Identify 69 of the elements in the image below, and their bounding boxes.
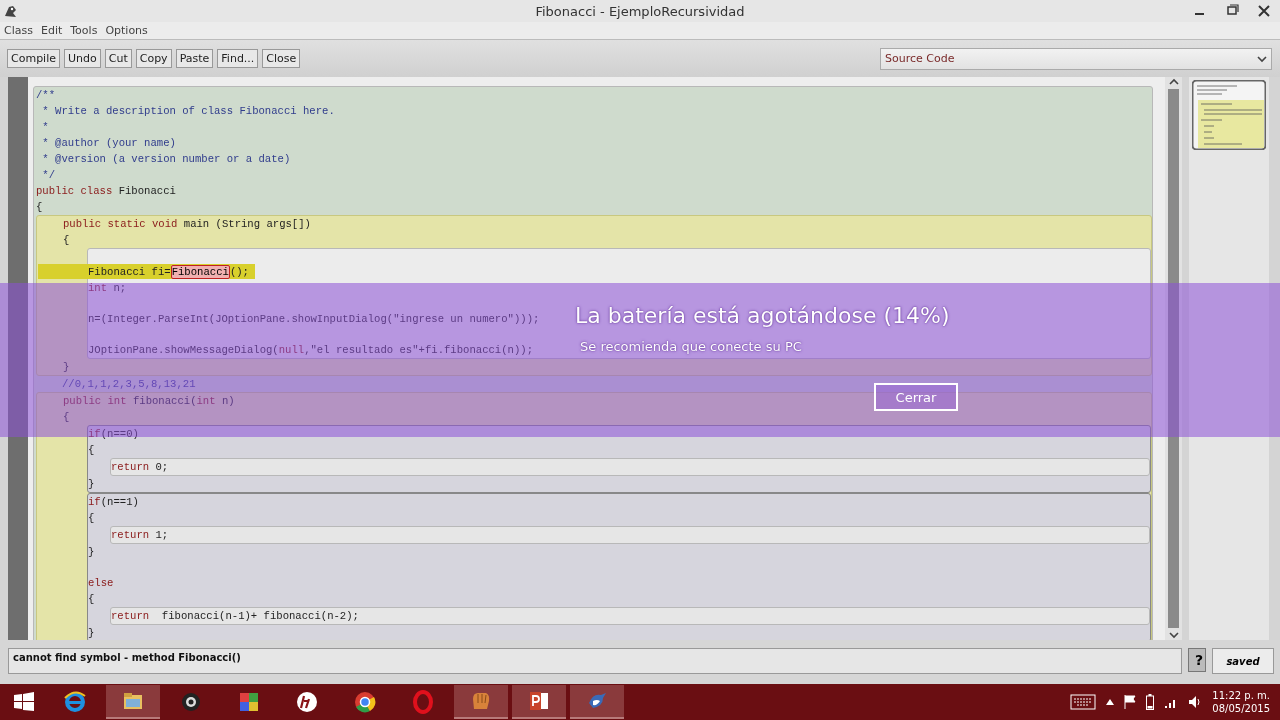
code-line: * @author (your name)	[41, 136, 176, 150]
keyboard-icon[interactable]	[1070, 694, 1097, 710]
toolbar-button[interactable]: Close	[262, 49, 301, 68]
notification-message: Se recomienda que conecte su PC	[580, 339, 802, 354]
toolbar-button[interactable]: Undo	[64, 49, 101, 68]
scroll-up-icon[interactable]	[1168, 77, 1179, 87]
chevron-up-icon[interactable]	[1106, 699, 1115, 705]
code-line: public int fibonacci(int n)	[63, 394, 235, 408]
menu-item[interactable]: Class	[4, 24, 33, 37]
code-line: }	[88, 626, 95, 640]
save-status: saved	[1212, 648, 1274, 674]
status-message: cannot find symbol - method Fibonacci()	[8, 648, 1182, 674]
code-line: else	[88, 576, 114, 590]
code-line: public class Fibonacci	[36, 184, 176, 198]
code-line: *	[41, 120, 49, 134]
code-line: */	[41, 168, 56, 182]
code-line: n=(Integer.ParseInt(JOptionPane.showInputDialog("ingrese un numero")));	[88, 312, 540, 326]
code-line: * @version (a version number or a date)	[41, 152, 291, 166]
hp-logo-icon	[295, 690, 319, 714]
puzzle-icon	[237, 690, 261, 714]
code-line: return 0;	[111, 460, 169, 474]
code-line: /**	[36, 88, 56, 102]
code-line: {	[36, 200, 43, 214]
code-line: {	[88, 443, 95, 457]
flag-icon[interactable]	[1124, 695, 1137, 709]
toolbar-button[interactable]: Cut	[104, 49, 132, 68]
scrollbar[interactable]	[1165, 77, 1182, 640]
toolbar-button[interactable]: Paste	[175, 49, 214, 68]
clock-time[interactable]: 11:22 p. m.	[1212, 689, 1270, 702]
menu-item[interactable]: Tools	[70, 24, 98, 37]
view-dropdown[interactable]: Source Code	[880, 47, 1272, 70]
code-line: }	[63, 360, 70, 374]
toolbar-button[interactable]: Compile	[7, 49, 60, 68]
code-line: {	[88, 592, 95, 606]
code-line: return 1;	[111, 528, 169, 542]
code-line: if(n==1)	[88, 495, 139, 509]
code-line: public static void main (String args[])	[63, 217, 311, 231]
code-line: }	[88, 477, 95, 491]
clock-date[interactable]: 08/05/2015	[1212, 702, 1270, 715]
ie-icon	[63, 690, 87, 714]
code-line: //0,1,1,2,3,5,8,13,21	[62, 377, 196, 391]
webcam-icon	[179, 690, 203, 714]
minimap-drawing[interactable]	[1192, 80, 1266, 150]
code-line: }	[88, 545, 95, 559]
menu-item[interactable]: Edit	[40, 24, 63, 37]
chevron-down-icon	[1257, 54, 1267, 63]
volume-icon[interactable]	[1188, 695, 1203, 709]
code-line: {	[63, 233, 70, 247]
notification-title: La batería está agotándose (14%)	[575, 303, 950, 328]
code-line: {	[88, 511, 95, 525]
chrome-icon	[353, 690, 377, 714]
code-line: return fibonacci(n-1)+ fibonacci(n-2);	[111, 609, 359, 623]
code-line: int n;	[88, 281, 127, 295]
code-line: * Write a description of class Fibonacci here.	[41, 104, 335, 118]
taskbar-app[interactable]	[512, 685, 566, 719]
powerpoint-icon	[527, 689, 551, 713]
code-line: {	[63, 410, 70, 424]
help-button[interactable]: ?	[1188, 648, 1206, 672]
scroll-down-icon[interactable]	[1168, 630, 1179, 640]
app-icon	[4, 4, 18, 18]
toolbar-button[interactable]: Find...	[217, 49, 259, 68]
menu-item[interactable]: Options	[105, 24, 148, 37]
code-line: if(n==0)	[88, 427, 139, 441]
code-line: JOptionPane.showMessageDialog(null,"el resultado es"+fi.fibonacci(n));	[88, 343, 534, 357]
window-title: Fibonacci - EjemploRecursividad	[535, 3, 745, 19]
opera-icon	[411, 690, 435, 714]
windows-start-icon[interactable]	[13, 691, 35, 713]
battery-icon[interactable]	[1146, 694, 1155, 710]
toolbar-button[interactable]: Copy	[135, 49, 172, 68]
